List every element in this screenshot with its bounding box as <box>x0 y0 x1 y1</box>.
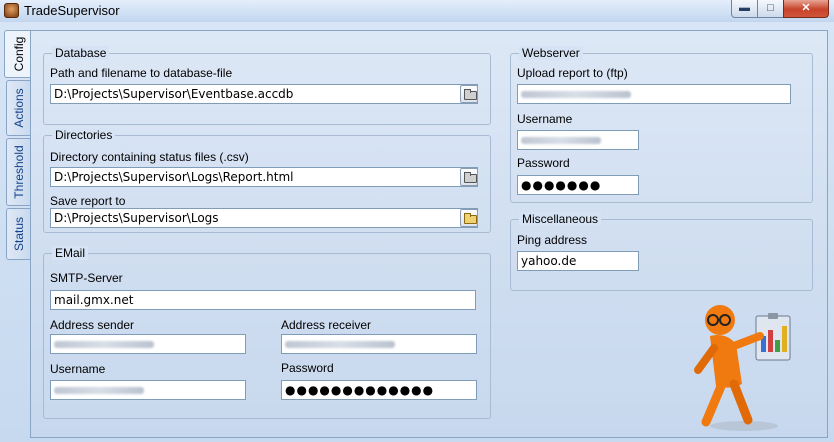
directories-legend: Directories <box>52 128 116 142</box>
webserver-group: Webserver Upload report to (ftp) Usernam… <box>510 46 813 203</box>
redacted-text <box>521 137 601 144</box>
tab-threshold[interactable]: Threshold <box>6 138 30 206</box>
tab-status-label: Status <box>11 216 26 252</box>
webserver-password-label: Password <box>517 156 570 170</box>
app-icon[interactable] <box>4 3 19 18</box>
email-username-input[interactable] <box>50 380 246 400</box>
address-receiver-label: Address receiver <box>281 318 372 332</box>
bar-icon <box>775 340 780 352</box>
bar-icon <box>782 326 787 352</box>
browse-status-dir-button[interactable] <box>460 168 478 186</box>
webserver-legend: Webserver <box>519 46 583 60</box>
redacted-text <box>285 341 395 348</box>
webserver-username-label: Username <box>517 112 573 126</box>
misc-group: Miscellaneous Ping address yahoo.de <box>510 212 813 291</box>
database-path-input[interactable]: D:\Projects\Supervisor\Eventbase.accdb <box>50 84 478 104</box>
tab-config-label: Config <box>11 36 26 72</box>
app-window: TradeSupervisor ▬ □ ✕ Config Actions Thr… <box>0 0 834 442</box>
redacted-text <box>54 387 144 394</box>
maximize-button[interactable]: □ <box>757 0 784 18</box>
directories-group: Directories Directory containing status … <box>43 128 491 233</box>
webserver-password-input[interactable]: ●●●●●●● <box>517 175 639 195</box>
ping-input[interactable]: yahoo.de <box>517 251 639 271</box>
database-legend: Database <box>52 46 110 60</box>
title-bar[interactable]: TradeSupervisor ▬ □ ✕ <box>0 0 834 22</box>
minimize-icon: ▬ <box>739 2 750 14</box>
tab-config[interactable]: Config <box>4 30 32 78</box>
email-password-input[interactable]: ●●●●●●●●●●●●● <box>281 380 477 400</box>
misc-legend: Miscellaneous <box>519 212 602 226</box>
clipboard-clip <box>768 313 778 319</box>
upload-input[interactable] <box>517 84 791 104</box>
upload-label: Upload report to (ftp) <box>517 66 628 80</box>
redacted-text <box>54 341 154 348</box>
status-dir-input[interactable]: D:\Projects\Supervisor\Logs\Report.html <box>50 167 478 187</box>
mascot-leg <box>701 379 727 427</box>
smtp-label: SMTP-Server <box>50 271 123 285</box>
mascot-leg <box>729 379 753 425</box>
database-path-label: Path and filename to database-file <box>50 66 233 80</box>
email-legend: EMail <box>52 246 89 260</box>
redacted-text <box>521 91 631 98</box>
tab-status[interactable]: Status <box>6 208 30 260</box>
mascot-arm <box>694 344 718 374</box>
email-group: EMail SMTP-Server mail.gmx.net Address s… <box>43 246 491 419</box>
window-title: TradeSupervisor <box>24 3 120 18</box>
mascot-illustration <box>694 305 791 431</box>
close-icon: ✕ <box>801 2 811 14</box>
ping-label: Ping address <box>517 233 588 247</box>
browse-report-dir-button[interactable] <box>460 209 478 227</box>
mascot-shadow <box>710 421 778 431</box>
tab-threshold-label: Threshold <box>11 145 26 199</box>
maximize-icon: □ <box>767 2 774 14</box>
address-sender-label: Address sender <box>50 318 135 332</box>
smtp-input[interactable]: mail.gmx.net <box>50 290 476 310</box>
report-dir-label: Save report to <box>50 194 126 208</box>
vertical-tab-strip: Config Actions Threshold Status <box>4 30 32 436</box>
tab-actions[interactable]: Actions <box>6 80 30 136</box>
report-dir-input[interactable]: D:\Projects\Supervisor\Logs <box>50 208 478 228</box>
email-password-label: Password <box>281 361 334 375</box>
status-dir-label: Directory containing status files (.csv) <box>50 150 249 164</box>
webserver-username-input[interactable] <box>517 130 639 150</box>
database-group: Database Path and filename to database-f… <box>43 46 491 125</box>
tab-actions-label: Actions <box>11 88 26 128</box>
close-button[interactable]: ✕ <box>783 0 829 18</box>
address-sender-input[interactable] <box>50 334 246 354</box>
email-username-label: Username <box>50 362 106 376</box>
browse-database-button[interactable] <box>460 85 478 103</box>
bar-icon <box>768 330 773 352</box>
minimize-button[interactable]: ▬ <box>731 0 758 18</box>
address-receiver-input[interactable] <box>281 334 477 354</box>
